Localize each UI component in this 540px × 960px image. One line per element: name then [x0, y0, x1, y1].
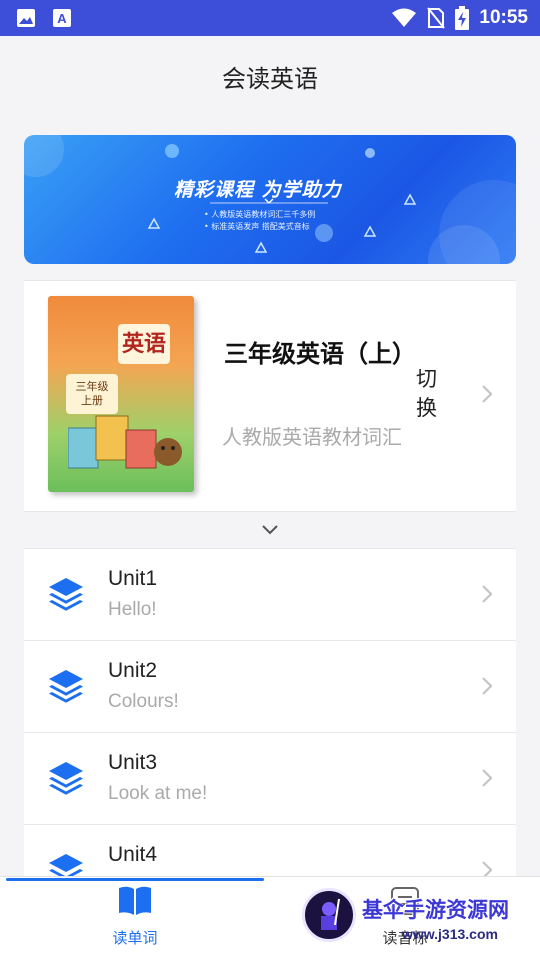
wifi-icon	[392, 8, 417, 27]
active-tab-indicator	[6, 878, 264, 881]
chevron-right-icon	[482, 585, 493, 603]
unit-item[interactable]: Unit3 Look at me!	[24, 732, 516, 824]
unit-name: Unit3	[108, 751, 158, 774]
switch-textbook-button[interactable]: 切换	[416, 365, 446, 423]
layers-icon	[49, 578, 83, 611]
page-title: 会读英语	[222, 64, 318, 93]
banner-headline: 精彩课程 为学助力	[174, 179, 342, 201]
chevron-right-icon[interactable]	[480, 383, 494, 405]
unit-item[interactable]: Unit1 Hello!	[24, 548, 516, 640]
banner-line: • 标准英语发声 搭配美式音标	[204, 222, 310, 231]
banner-line: • 人教版英语教材词汇三千多例	[204, 210, 316, 219]
layers-icon	[49, 762, 83, 795]
unit-name: Unit1	[108, 567, 158, 590]
cover-illustration	[68, 415, 182, 469]
unit-subtitle: Look at me!	[108, 783, 208, 804]
image-icon	[17, 9, 35, 27]
textbook-title: 三年级英语（上）	[224, 340, 416, 368]
cover-title: 英语	[118, 324, 170, 364]
open-book-icon	[119, 886, 151, 915]
unit-subtitle: Hello!	[108, 599, 157, 620]
banner-lines: • 人教版英语教材词汇三千多例 • 标准英语发声 搭配美式音标	[204, 209, 315, 233]
tab-label: 读单词	[112, 929, 158, 947]
unit-name: Unit2	[108, 659, 158, 682]
watermark-logo	[302, 888, 356, 942]
watermark: 基伞手游资源网 www.j313.com	[302, 886, 538, 950]
clock: 10:55	[479, 7, 528, 28]
textbook-card[interactable]: 英语 三年级 上册 三年级英语（上） 人教版英语教材词汇 切换	[24, 280, 516, 512]
watermark-url: www.j313.com	[402, 926, 498, 942]
expand-toggle[interactable]	[24, 512, 516, 548]
chevron-right-icon	[482, 677, 493, 695]
promo-banner[interactable]: 精彩课程 为学助力 • 人教版英语教材词汇三千多例 • 标准英语发声 搭配美式音…	[24, 135, 516, 264]
ninja-icon	[321, 898, 340, 930]
layers-icon	[49, 670, 83, 703]
app-header: 会读英语	[0, 36, 540, 116]
textbook-cover: 英语 三年级 上册	[48, 296, 194, 492]
svg-text:A: A	[57, 11, 67, 26]
status-bar: A 10:55	[0, 0, 540, 36]
no-sim-icon	[427, 7, 446, 29]
unit-list: Unit1 Hello! Unit2 Colours! Unit3 Look a…	[24, 548, 516, 916]
unit-subtitle: Colours!	[108, 691, 179, 712]
watermark-name: 基伞手游资源网	[362, 898, 509, 922]
tab-read-words[interactable]: 读单词	[75, 885, 195, 957]
chevron-down-icon	[262, 525, 278, 535]
chevron-right-icon	[482, 769, 493, 787]
unit-item[interactable]: Unit2 Colours!	[24, 640, 516, 732]
font-a-icon: A	[53, 9, 71, 27]
unit-name: Unit4	[108, 843, 158, 866]
battery-charging-icon	[455, 6, 470, 30]
cover-grade-label: 三年级	[75, 380, 109, 393]
cover-volume-label: 上册	[81, 394, 103, 407]
textbook-description: 人教版英语教材词汇	[222, 425, 402, 449]
